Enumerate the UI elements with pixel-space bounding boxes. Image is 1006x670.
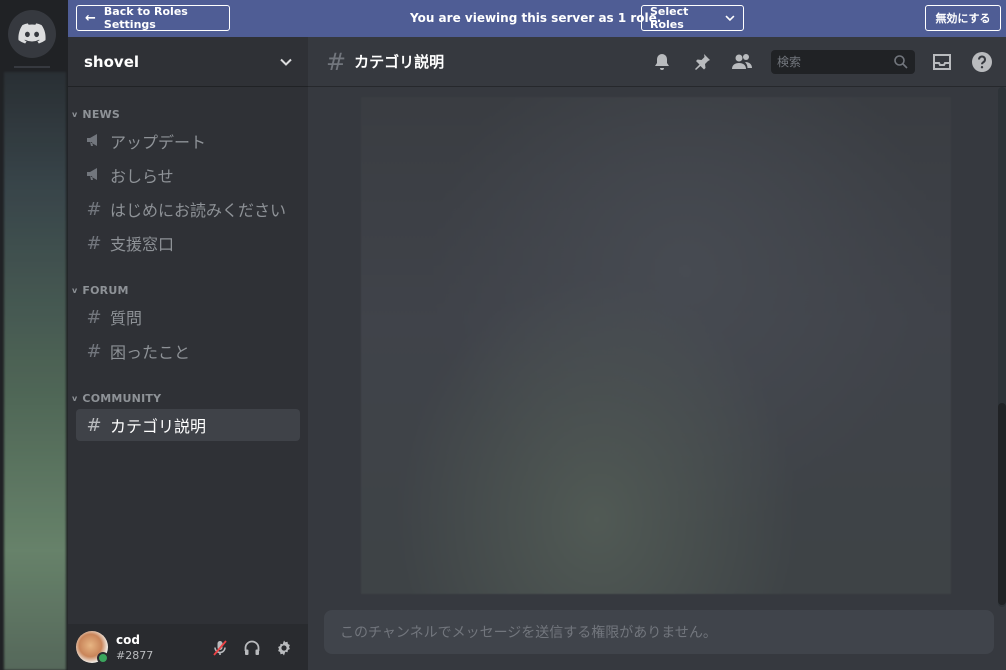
hash-icon: # (86, 198, 102, 220)
server-list-blurred (4, 72, 66, 670)
category-news[interactable]: v NEWS (72, 108, 120, 121)
channel-label: おしらせ (110, 167, 174, 186)
category-community[interactable]: v COMMUNITY (72, 392, 161, 405)
server-name: shovel (84, 52, 140, 71)
online-status-icon (97, 652, 109, 664)
search-input[interactable] (777, 55, 887, 69)
caret-down-icon: v (72, 110, 78, 119)
disable-button[interactable]: 無効にする (925, 5, 1001, 31)
server-header[interactable]: shovel (68, 37, 308, 87)
hash-icon: # (86, 414, 102, 436)
channel-label: 困ったこと (110, 343, 191, 362)
channel-label: はじめにお読みください (110, 201, 287, 220)
banner-message: You are viewing this server as 1 role. (410, 11, 662, 25)
rail-separator (14, 66, 50, 68)
members-icon (732, 54, 752, 69)
discord-logo-icon (18, 23, 46, 44)
inbox-icon (933, 54, 951, 70)
discord-home-button[interactable] (8, 10, 56, 58)
channel-item-active[interactable]: # カテゴリ説明 (76, 409, 300, 441)
message-composer-disabled: このチャンネルでメッセージを送信する権限がありません。 (324, 610, 994, 654)
caret-down-icon: v (72, 394, 78, 403)
blurred-message-content (361, 97, 951, 594)
notification-settings-button[interactable] (651, 51, 673, 73)
no-permission-text: このチャンネルでメッセージを送信する権限がありません。 (340, 625, 717, 641)
hash-icon: # (86, 306, 102, 328)
back-to-roles-button[interactable]: ← Back to Roles Settings (76, 5, 230, 31)
channel-sidebar: shovel v NEWS アップデート おしらせ # はじめにお読みください … (68, 37, 308, 670)
channel-item[interactable]: # 質問 (76, 301, 300, 333)
megaphone-icon (84, 131, 104, 152)
hash-icon: # (326, 47, 347, 76)
channel-label: アップデート (110, 133, 207, 152)
help-button[interactable] (971, 51, 993, 73)
channel-label: 支援窓口 (110, 235, 175, 254)
inbox-button[interactable] (931, 51, 953, 73)
channel-header: # カテゴリ説明 (308, 37, 1006, 87)
username: cod (116, 633, 140, 647)
select-roles-label: Select Roles (650, 5, 689, 31)
search-icon (894, 55, 908, 69)
select-roles-button[interactable]: Select Roles (641, 5, 744, 31)
arrow-left-icon: ← (85, 10, 96, 26)
hash-icon: # (86, 340, 102, 362)
channel-item[interactable]: # 支援窓口 (76, 227, 300, 259)
scrollbar-thumb[interactable] (998, 403, 1006, 605)
search-bar[interactable] (771, 50, 915, 74)
user-tag: #2877 (116, 649, 154, 662)
channel-title: カテゴリ説明 (354, 53, 445, 71)
category-label: COMMUNITY (82, 392, 162, 405)
user-panel: cod #2877 (68, 624, 308, 670)
microphone-muted-icon (213, 640, 227, 656)
disable-button-label: 無効にする (935, 12, 991, 25)
channel-label: カテゴリ説明 (110, 417, 207, 436)
caret-down-icon: v (72, 286, 78, 295)
headphones-icon (244, 640, 260, 655)
channel-item[interactable]: # はじめにお読みください (76, 193, 300, 225)
hash-icon: # (86, 232, 102, 254)
channel-label: 質問 (110, 309, 143, 328)
chevron-down-icon (725, 15, 735, 21)
category-label: FORUM (82, 284, 129, 297)
pinned-messages-button[interactable] (691, 51, 713, 73)
category-forum[interactable]: v FORUM (72, 284, 129, 297)
user-settings-button[interactable] (274, 638, 294, 658)
channel-item[interactable]: アップデート (76, 125, 300, 157)
deafen-button[interactable] (242, 638, 262, 658)
view-as-role-banner: ← Back to Roles Settings You are viewing… (68, 0, 1006, 37)
category-label: NEWS (82, 108, 120, 121)
chevron-down-icon (280, 58, 292, 66)
guild-rail (0, 0, 68, 670)
member-list-button[interactable] (731, 51, 753, 73)
help-icon (972, 52, 992, 72)
bell-icon (655, 54, 669, 70)
gear-icon (278, 640, 290, 656)
back-button-label: Back to Roles Settings (103, 5, 188, 31)
pin-icon (695, 54, 710, 70)
megaphone-icon (84, 165, 104, 186)
channel-item[interactable]: おしらせ (76, 159, 300, 191)
channel-item[interactable]: # 困ったこと (76, 335, 300, 367)
mute-button[interactable] (210, 638, 230, 658)
